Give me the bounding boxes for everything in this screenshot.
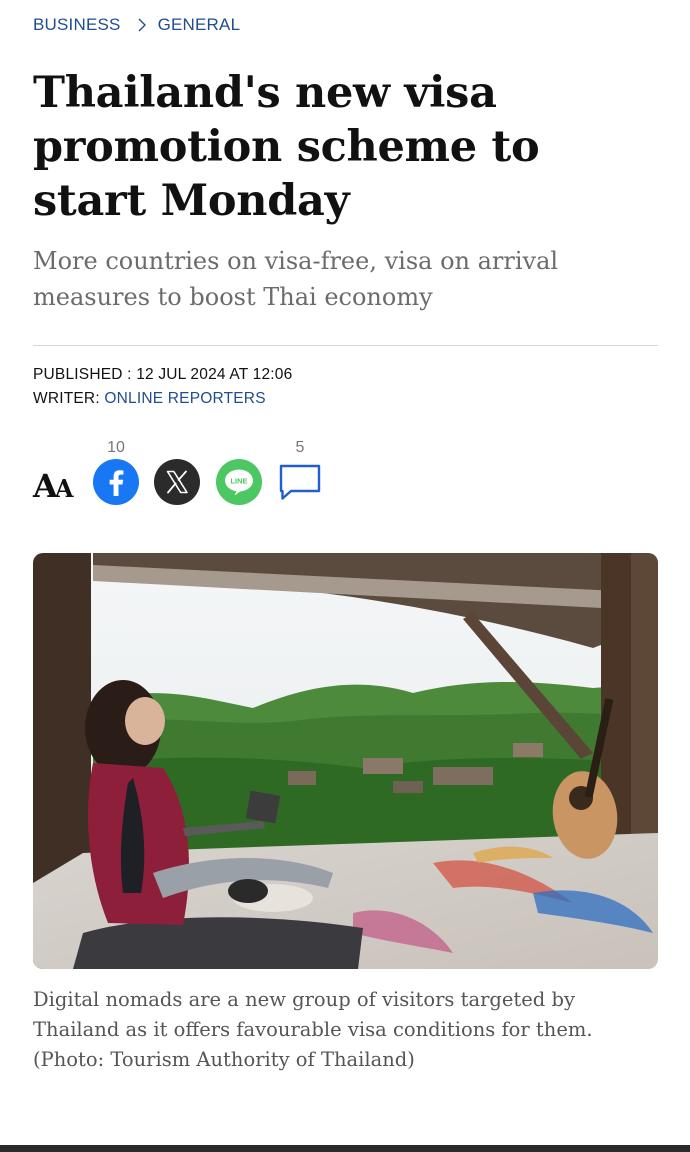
line-icon: LINE (216, 459, 262, 505)
divider (33, 345, 658, 346)
writer-label: WRITER: (33, 390, 105, 407)
breadcrumb: BUSINESS GENERAL (33, 13, 240, 37)
line-share-button[interactable]: LINE (216, 459, 262, 505)
facebook-share-button[interactable] (93, 459, 139, 505)
photo-image (33, 553, 658, 969)
breadcrumb-business-link[interactable]: BUSINESS (33, 15, 121, 35)
x-icon (154, 459, 200, 505)
published-info: PUBLISHED : 12 JUL 2024 AT 12:06 (33, 366, 292, 384)
comment-button[interactable] (277, 459, 323, 505)
bottom-bar (0, 1145, 690, 1152)
font-size-button[interactable]: AA (33, 462, 73, 502)
published-label: PUBLISHED : (33, 366, 137, 383)
photo-caption: Digital nomads are a new group of visito… (33, 988, 593, 1071)
font-size-small-letter: A (54, 474, 74, 503)
comment-count: 5 (295, 439, 305, 456)
x-share-button[interactable] (154, 459, 200, 505)
published-date: 12 JUL 2024 AT 12:06 (136, 366, 293, 383)
facebook-share-count: 10 (107, 439, 125, 456)
writer-link[interactable]: ONLINE REPORTERS (104, 390, 265, 407)
article-title: Thailand's new visa promotion scheme to … (33, 68, 540, 226)
comment-icon (279, 464, 321, 500)
breadcrumb-general-link[interactable]: GENERAL (158, 15, 241, 35)
article-photo[interactable] (33, 553, 658, 969)
facebook-icon (93, 459, 139, 505)
chevron-right-icon (135, 17, 149, 33)
article-subtitle: More countries on visa-free, visa on arr… (33, 247, 559, 311)
line-label: LINE (230, 476, 247, 485)
writer-info: WRITER: ONLINE REPORTERS (33, 390, 266, 408)
